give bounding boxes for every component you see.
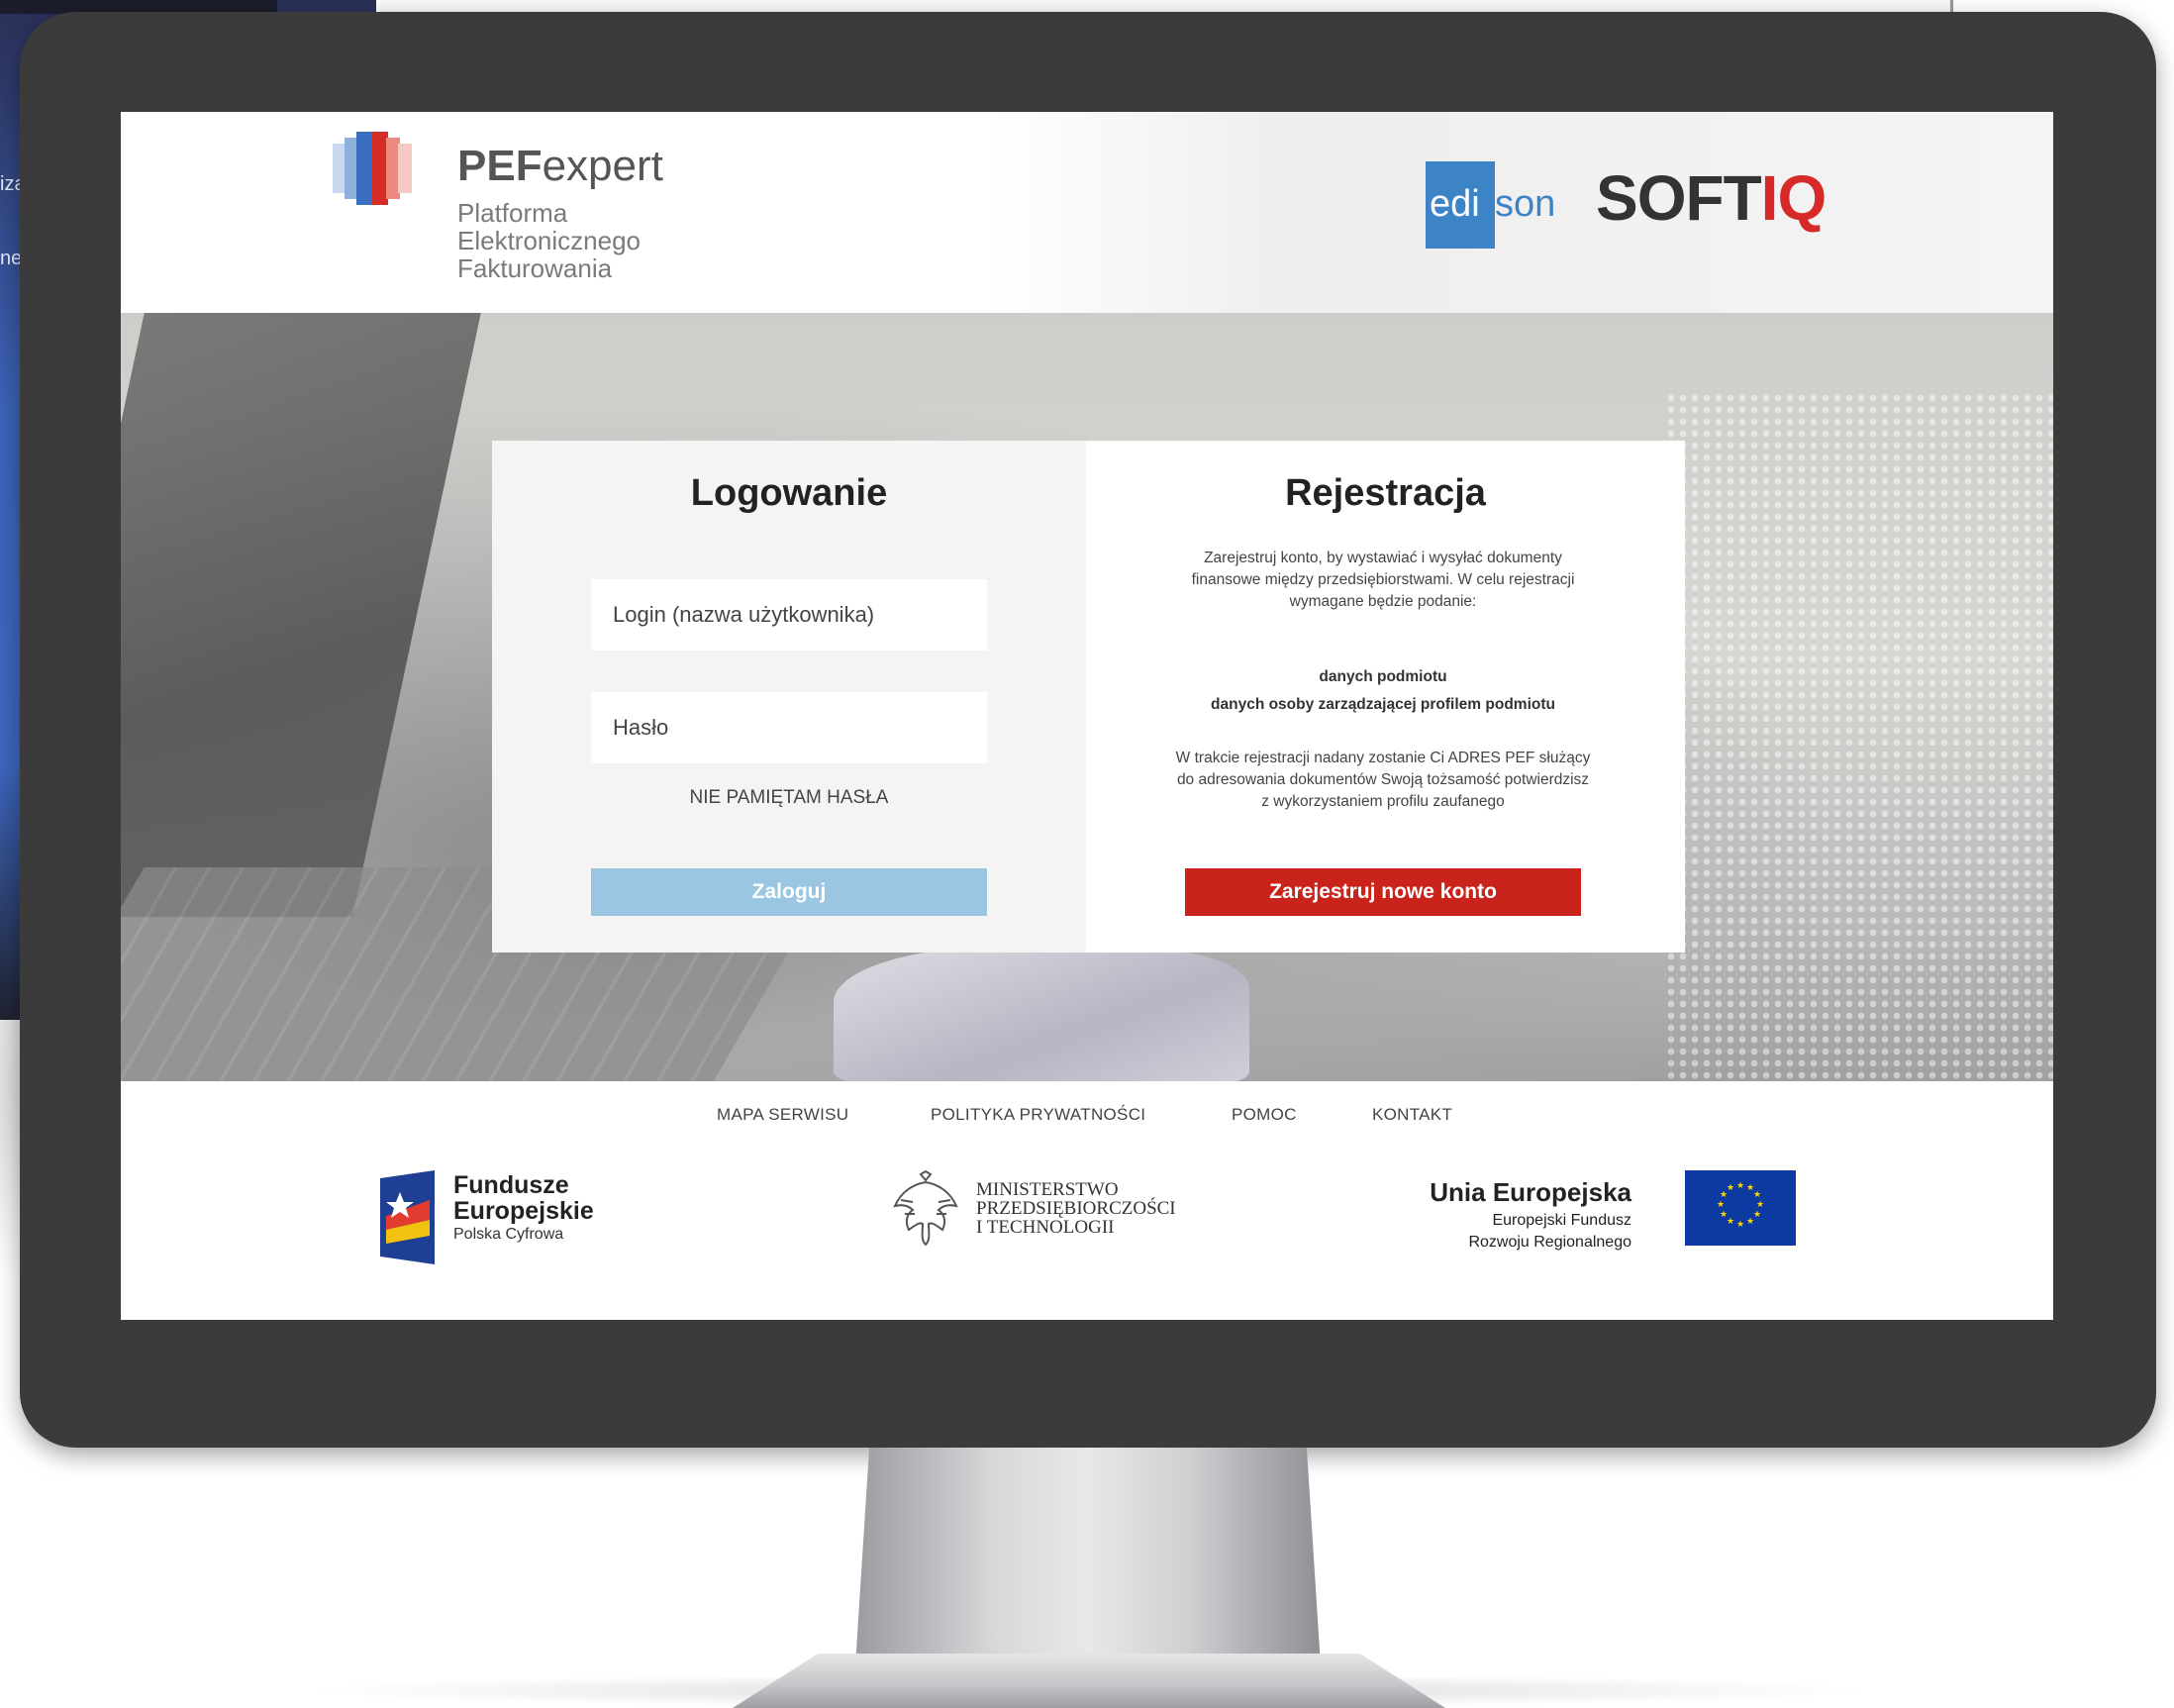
fe-logo-text: Fundusze Europejskie [453,1171,594,1225]
svg-text:★: ★ [1727,1183,1734,1193]
svg-text:★: ★ [1746,1217,1754,1227]
svg-text:★: ★ [1736,1220,1744,1230]
eu-title: Unia Europejska [1430,1177,1631,1207]
footer-link-site-map[interactable]: MAPA SERWISU [717,1105,848,1125]
forgot-password-link[interactable]: NIE PAMIĘTAM HASŁA [492,787,1086,809]
svg-text:★: ★ [1727,1217,1734,1227]
login-button[interactable]: Zaloguj [591,868,987,916]
edison-logo: edi son [1426,151,1555,251]
brand-tagline: Elektronicznego [457,226,641,255]
fundusze-europejskie-flag-icon [380,1170,435,1264]
ministry-name: MINISTERSTWO PRZEDSIĘBIORCZOŚCI I TECHNO… [976,1179,1176,1238]
brand-tagline: Platforma [457,198,568,228]
screen: PEFexpert Platforma Elektronicznego Fakt… [121,112,2053,1320]
brand-tagline: Fakturowania [457,253,613,283]
login-input[interactable] [591,579,987,651]
registration-requirement: danych osoby zarządzającej profilem podm… [1211,696,1555,713]
site-footer: MAPA SERWISU POLITYKA PRYWATNOŚCI POMOC … [121,1081,2053,1320]
fe-logo-subtext: Polska Cyfrowa [453,1226,564,1243]
eu-flag-icon: ★ ★★ ★★★ ★★★ ★★★ [1685,1170,1796,1246]
polish-eagle-icon [893,1170,958,1246]
brand-name: PEFexpert [457,142,663,190]
footer-link-contact[interactable]: KONTAKT [1372,1105,1452,1125]
eu-fund-name: Europejski Fundusz Rozwoju Regionalnego [1468,1212,1631,1251]
monitor-stand-base [733,1654,1445,1708]
svg-text:★: ★ [1720,1210,1728,1220]
monitor-stand [855,1448,1321,1665]
svg-text:★: ★ [1753,1190,1761,1200]
svg-text:★: ★ [1756,1200,1764,1210]
login-title: Logowanie [690,472,888,514]
background-side-text: ne [0,248,23,269]
svg-text:★: ★ [1736,1181,1744,1191]
site-header: PEFexpert Platforma Elektronicznego Fakt… [121,112,2053,313]
svg-text:★: ★ [1717,1200,1725,1210]
registration-info: W trakcie rejestracji nadany zostanie Ci… [1175,750,1591,810]
softiq-logo: SOFTIQ [1596,162,1827,234]
password-input[interactable] [591,692,987,763]
login-panel: Logowanie NIE PAMIĘTAM HASŁA Zaloguj [492,441,1086,953]
footer-link-privacy[interactable]: POLITYKA PRYWATNOŚCI [931,1105,1145,1125]
registration-panel: Rejestracja Zarejestruj konto, by wystaw… [1086,441,1685,953]
register-button[interactable]: Zarejestruj nowe konto [1185,868,1581,916]
svg-text:★: ★ [1753,1210,1761,1220]
registration-title: Rejestracja [1285,472,1486,514]
registration-intro: Zarejestruj konto, by wystawiać i wysyła… [1191,550,1575,610]
footer-link-help[interactable]: POMOC [1232,1105,1297,1125]
pef-logo-icon [333,132,412,205]
registration-requirement: danych podmiotu [1319,668,1447,685]
